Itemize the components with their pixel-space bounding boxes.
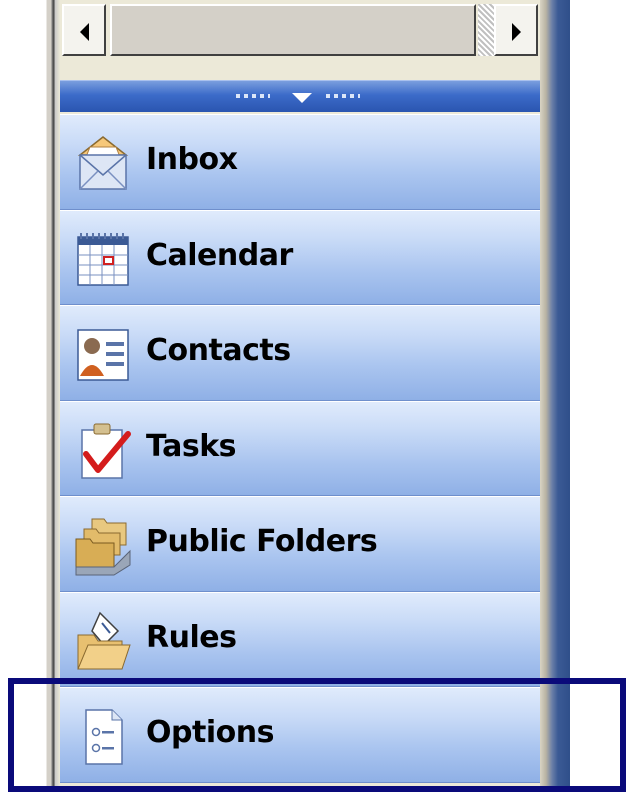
folders-icon xyxy=(75,518,131,576)
nav-item-label: Inbox xyxy=(146,142,238,177)
nav-item-label: Calendar xyxy=(146,237,293,273)
scroll-left-button[interactable] xyxy=(62,4,106,56)
window-right-border xyxy=(540,0,570,790)
nav-item-options[interactable]: Options xyxy=(60,687,540,783)
envelope-icon xyxy=(77,136,129,190)
folder-rules-icon xyxy=(77,611,131,669)
nav-item-tasks[interactable]: Tasks xyxy=(60,400,540,496)
nav-item-public-folders[interactable]: Public Folders xyxy=(60,496,540,592)
arrow-right-icon xyxy=(512,23,521,41)
scroll-thumb[interactable] xyxy=(110,4,476,56)
nav-item-label: Public Folders xyxy=(146,524,378,559)
nav-item-label: Contacts xyxy=(146,333,291,368)
chevron-down-icon[interactable] xyxy=(292,93,312,103)
calendar-icon xyxy=(77,232,129,286)
nav-item-contacts[interactable]: Contacts xyxy=(60,305,540,401)
scroll-right-button[interactable] xyxy=(494,4,538,56)
nav-item-inbox[interactable]: Inbox xyxy=(60,114,540,210)
horizontal-scrollbar[interactable] xyxy=(60,0,540,62)
nav-item-label: Options xyxy=(146,715,274,750)
nav-item-rules[interactable]: Rules xyxy=(60,591,540,687)
scroll-track[interactable] xyxy=(478,4,494,56)
nav-item-calendar[interactable]: Calendar xyxy=(60,209,540,305)
grip-dots-icon xyxy=(326,94,360,98)
contact-card-icon xyxy=(77,329,129,381)
window-left-border xyxy=(42,0,60,790)
nav-item-label: Tasks xyxy=(146,428,237,464)
options-document-icon xyxy=(85,709,123,765)
clipboard-check-icon xyxy=(81,423,131,479)
nav-button-list: Inbox Calendar Contacts Tasks Public Fol… xyxy=(60,114,540,783)
arrow-left-icon xyxy=(80,23,89,41)
grip-dots-icon xyxy=(236,94,270,98)
nav-item-label: Rules xyxy=(146,619,237,655)
pane-splitter[interactable] xyxy=(60,80,540,112)
